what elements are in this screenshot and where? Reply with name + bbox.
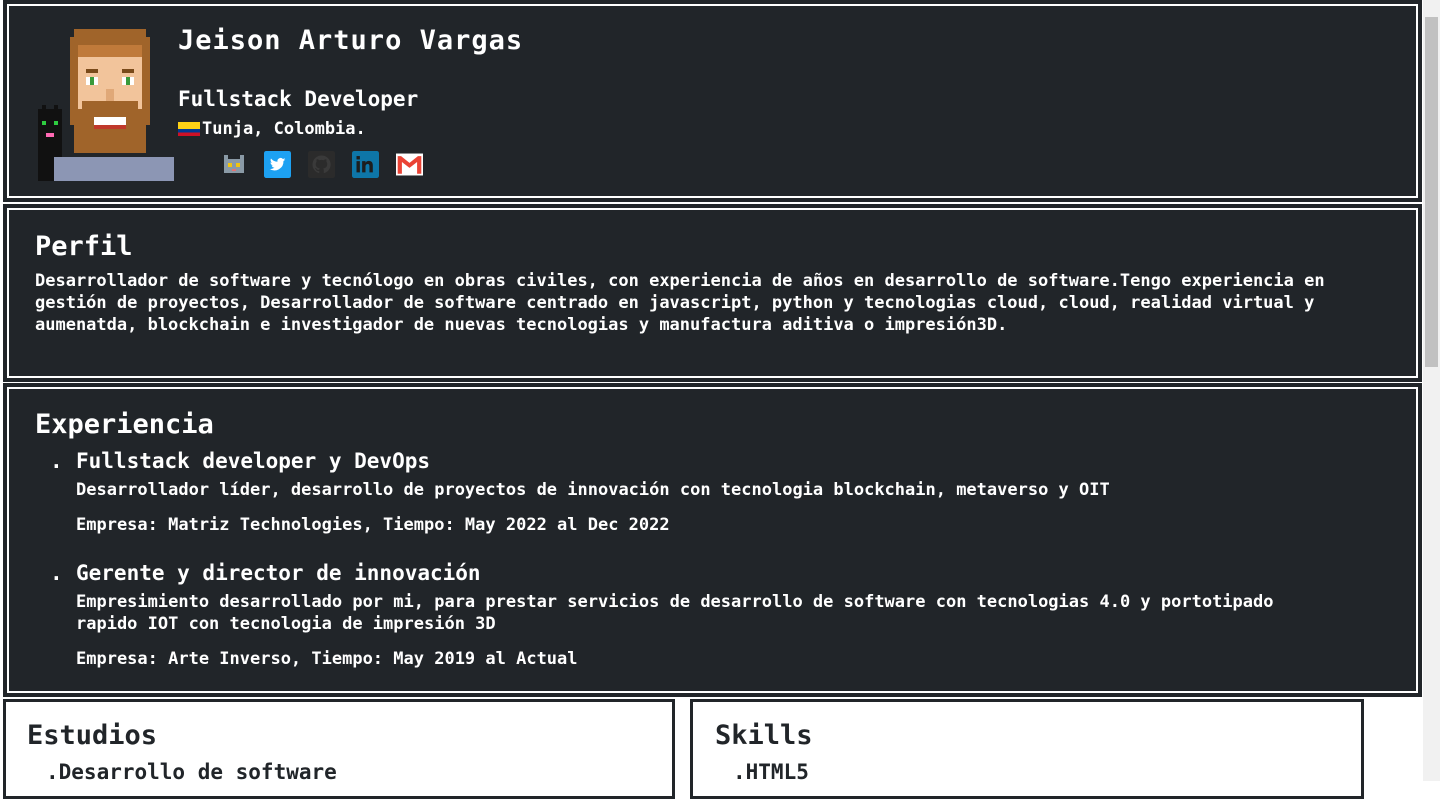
job-item: Gerente y director de innovación Empresi…: [50, 561, 1358, 669]
skills-list-item: .HTML5: [733, 760, 809, 784]
page-scrollbar[interactable]: [1423, 0, 1440, 781]
skills-section: Skills .HTML5: [690, 699, 1364, 799]
experiencia-title: Experiencia: [35, 409, 214, 440]
header-card: Jeison Arturo Vargas Fullstack Developer…: [3, 0, 1422, 202]
job-description: Desarrollador líder, desarrollo de proye…: [76, 480, 1110, 500]
twitter-icon[interactable]: [264, 151, 291, 178]
job-title: Fullstack developer y DevOps: [50, 449, 1358, 473]
profile-role: Fullstack Developer: [178, 87, 419, 111]
estudios-list-item: .Desarrollo de software: [46, 760, 337, 784]
profile-location: Tunja, Colombia.: [178, 119, 366, 139]
estudios-title: Estudios: [27, 720, 158, 751]
profile-name: Jeison Arturo Vargas: [178, 25, 524, 56]
scrollbar-thumb[interactable]: [1425, 17, 1438, 367]
avatar: [38, 29, 174, 181]
perfil-section: Perfil Desarrollador de software y tecnó…: [3, 204, 1422, 382]
skills-title: Skills: [715, 720, 813, 751]
perfil-title: Perfil: [35, 231, 133, 262]
job-description: Empresimiento desarrollado por mi, para …: [76, 592, 1274, 634]
social-links: [220, 151, 423, 178]
location-text: Tunja, Colombia.: [202, 119, 366, 139]
gmail-icon[interactable]: [396, 151, 423, 178]
job-title: Gerente y director de innovación: [50, 561, 1358, 585]
job-meta: Empresa: Arte Inverso, Tiempo: May 2019 …: [76, 649, 578, 669]
perfil-text: Desarrollador de software y tecnólogo en…: [35, 271, 1325, 335]
cat-icon[interactable]: [220, 151, 247, 178]
experiencia-section: Experiencia Fullstack developer y DevOps…: [3, 383, 1422, 697]
colombia-flag-icon: [178, 122, 200, 136]
linkedin-icon[interactable]: [352, 151, 379, 178]
job-item: Fullstack developer y DevOps Desarrollad…: [50, 449, 1358, 535]
job-meta: Empresa: Matriz Technologies, Tiempo: Ma…: [76, 515, 670, 535]
estudios-section: Estudios .Desarrollo de software: [3, 699, 675, 799]
github-icon[interactable]: [308, 151, 335, 178]
